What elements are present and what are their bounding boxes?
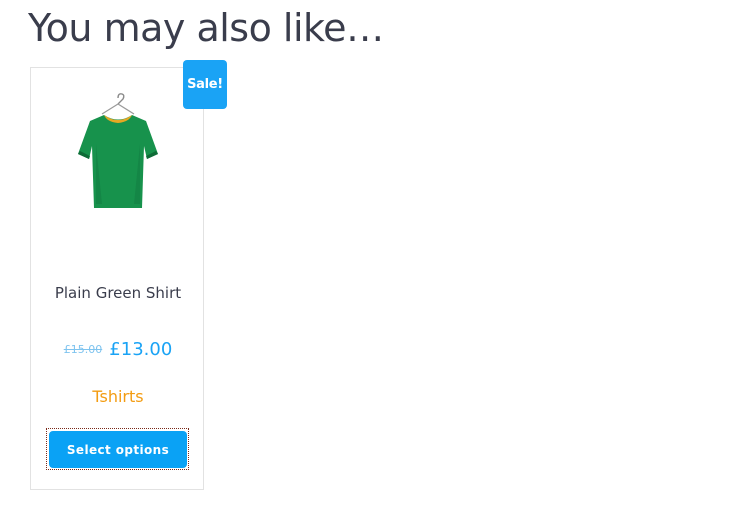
sale-price: £13.00	[109, 339, 173, 360]
select-options-button[interactable]: Select options	[49, 431, 187, 468]
section-title: You may also like…	[28, 6, 384, 50]
tshirt-icon	[78, 93, 158, 208]
original-price: £15.00	[63, 343, 103, 356]
sale-badge: Sale!	[183, 60, 227, 109]
price: £15.00 £13.00	[30, 339, 206, 360]
product-image[interactable]	[44, 84, 190, 244]
category-link[interactable]: Tshirts	[30, 387, 206, 406]
product-title[interactable]: Plain Green Shirt	[30, 284, 206, 302]
